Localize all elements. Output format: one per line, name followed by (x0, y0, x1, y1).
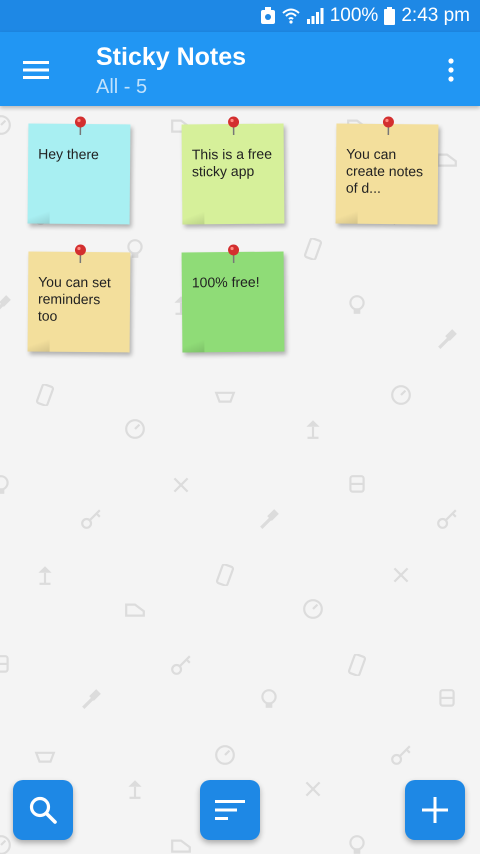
bulb-pattern-icon (346, 294, 368, 321)
sort-icon (215, 800, 245, 820)
sticky-note[interactable]: You can set reminders too (27, 244, 131, 353)
wifi-icon (282, 8, 300, 24)
search-icon (29, 796, 57, 824)
pushpin-icon (74, 116, 86, 136)
shoe-pattern-icon (124, 598, 146, 625)
tools-pattern-icon (302, 778, 324, 805)
lamp-pattern-icon (124, 778, 146, 805)
sticky-note[interactable]: You can create notes of d... (335, 116, 439, 225)
shoe-pattern-icon (170, 834, 192, 854)
phone-pattern-icon (214, 563, 236, 591)
clock-pattern-icon (124, 418, 146, 445)
key-pattern-icon (436, 508, 458, 535)
app-bar: Sticky Notes All - 5 (0, 32, 480, 106)
menu-button[interactable] (16, 50, 56, 90)
brush-pattern-icon (0, 294, 12, 321)
sticky-note[interactable]: This is a free sticky app (181, 116, 285, 225)
add-note-button[interactable] (405, 780, 465, 840)
battery-icon (384, 7, 396, 25)
note-text: 100% free! (191, 273, 260, 291)
note-fold (182, 210, 205, 225)
add-icon (422, 797, 448, 823)
note-text: Hey there (38, 145, 99, 163)
page-title: Sticky Notes (96, 43, 247, 71)
title-block: Sticky Notes All - 5 (96, 42, 246, 100)
phone-pattern-icon (302, 237, 324, 265)
pot-pattern-icon (214, 384, 236, 411)
note-fold (27, 337, 50, 352)
pot-pattern-icon (34, 744, 56, 771)
lamp-pattern-icon (302, 418, 324, 445)
brush-pattern-icon (436, 328, 458, 355)
clock: 2:43 pm (401, 5, 470, 26)
note-text: You can set reminders too (37, 273, 111, 324)
note-text: You can create notes of d... (345, 145, 424, 196)
note-fold (182, 338, 205, 353)
notification-icon (260, 7, 276, 25)
train-pattern-icon (0, 654, 12, 681)
phone-pattern-icon (346, 653, 368, 681)
brush-pattern-icon (258, 508, 280, 535)
bulb-pattern-icon (346, 834, 368, 854)
notes-board: Hey there This is a free sticky app You … (0, 106, 480, 854)
search-button[interactable] (13, 780, 73, 840)
clock-pattern-icon (214, 744, 236, 771)
pushpin-icon (382, 116, 394, 136)
note-fold (335, 209, 358, 224)
lamp-pattern-icon (34, 564, 56, 591)
brush-pattern-icon (80, 688, 102, 715)
overflow-menu-button[interactable] (436, 50, 466, 90)
battery-percent: 100% (329, 5, 379, 26)
bulb-pattern-icon (258, 688, 280, 715)
note-text: This is a free sticky app (191, 145, 273, 180)
signal-icon (306, 8, 324, 24)
clock-pattern-icon (302, 598, 324, 625)
key-pattern-icon (170, 654, 192, 681)
sticky-note[interactable]: Hey there (27, 116, 131, 225)
key-pattern-icon (390, 744, 412, 771)
train-pattern-icon (436, 688, 458, 715)
note-fold (27, 209, 50, 224)
clock-pattern-icon (0, 834, 12, 854)
pushpin-icon (228, 116, 240, 135)
notes-count-subtitle: All - 5 (96, 76, 148, 98)
tools-pattern-icon (170, 474, 192, 501)
tools-pattern-icon (390, 564, 412, 591)
clock-pattern-icon (390, 384, 412, 411)
shoe-pattern-icon (436, 148, 458, 175)
sticky-note[interactable]: 100% free! (181, 244, 285, 353)
key-pattern-icon (80, 508, 102, 535)
hamburger-menu-icon (23, 61, 49, 79)
phone-pattern-icon (34, 383, 56, 411)
sort-button[interactable] (200, 780, 260, 840)
pushpin-icon (74, 244, 86, 264)
train-pattern-icon (346, 474, 368, 501)
pushpin-icon (228, 244, 240, 263)
bulb-pattern-icon (0, 474, 12, 501)
clock-pattern-icon (0, 114, 12, 141)
more-vertical-icon (448, 58, 454, 82)
status-bar: 100% 2:43 pm (0, 0, 480, 32)
